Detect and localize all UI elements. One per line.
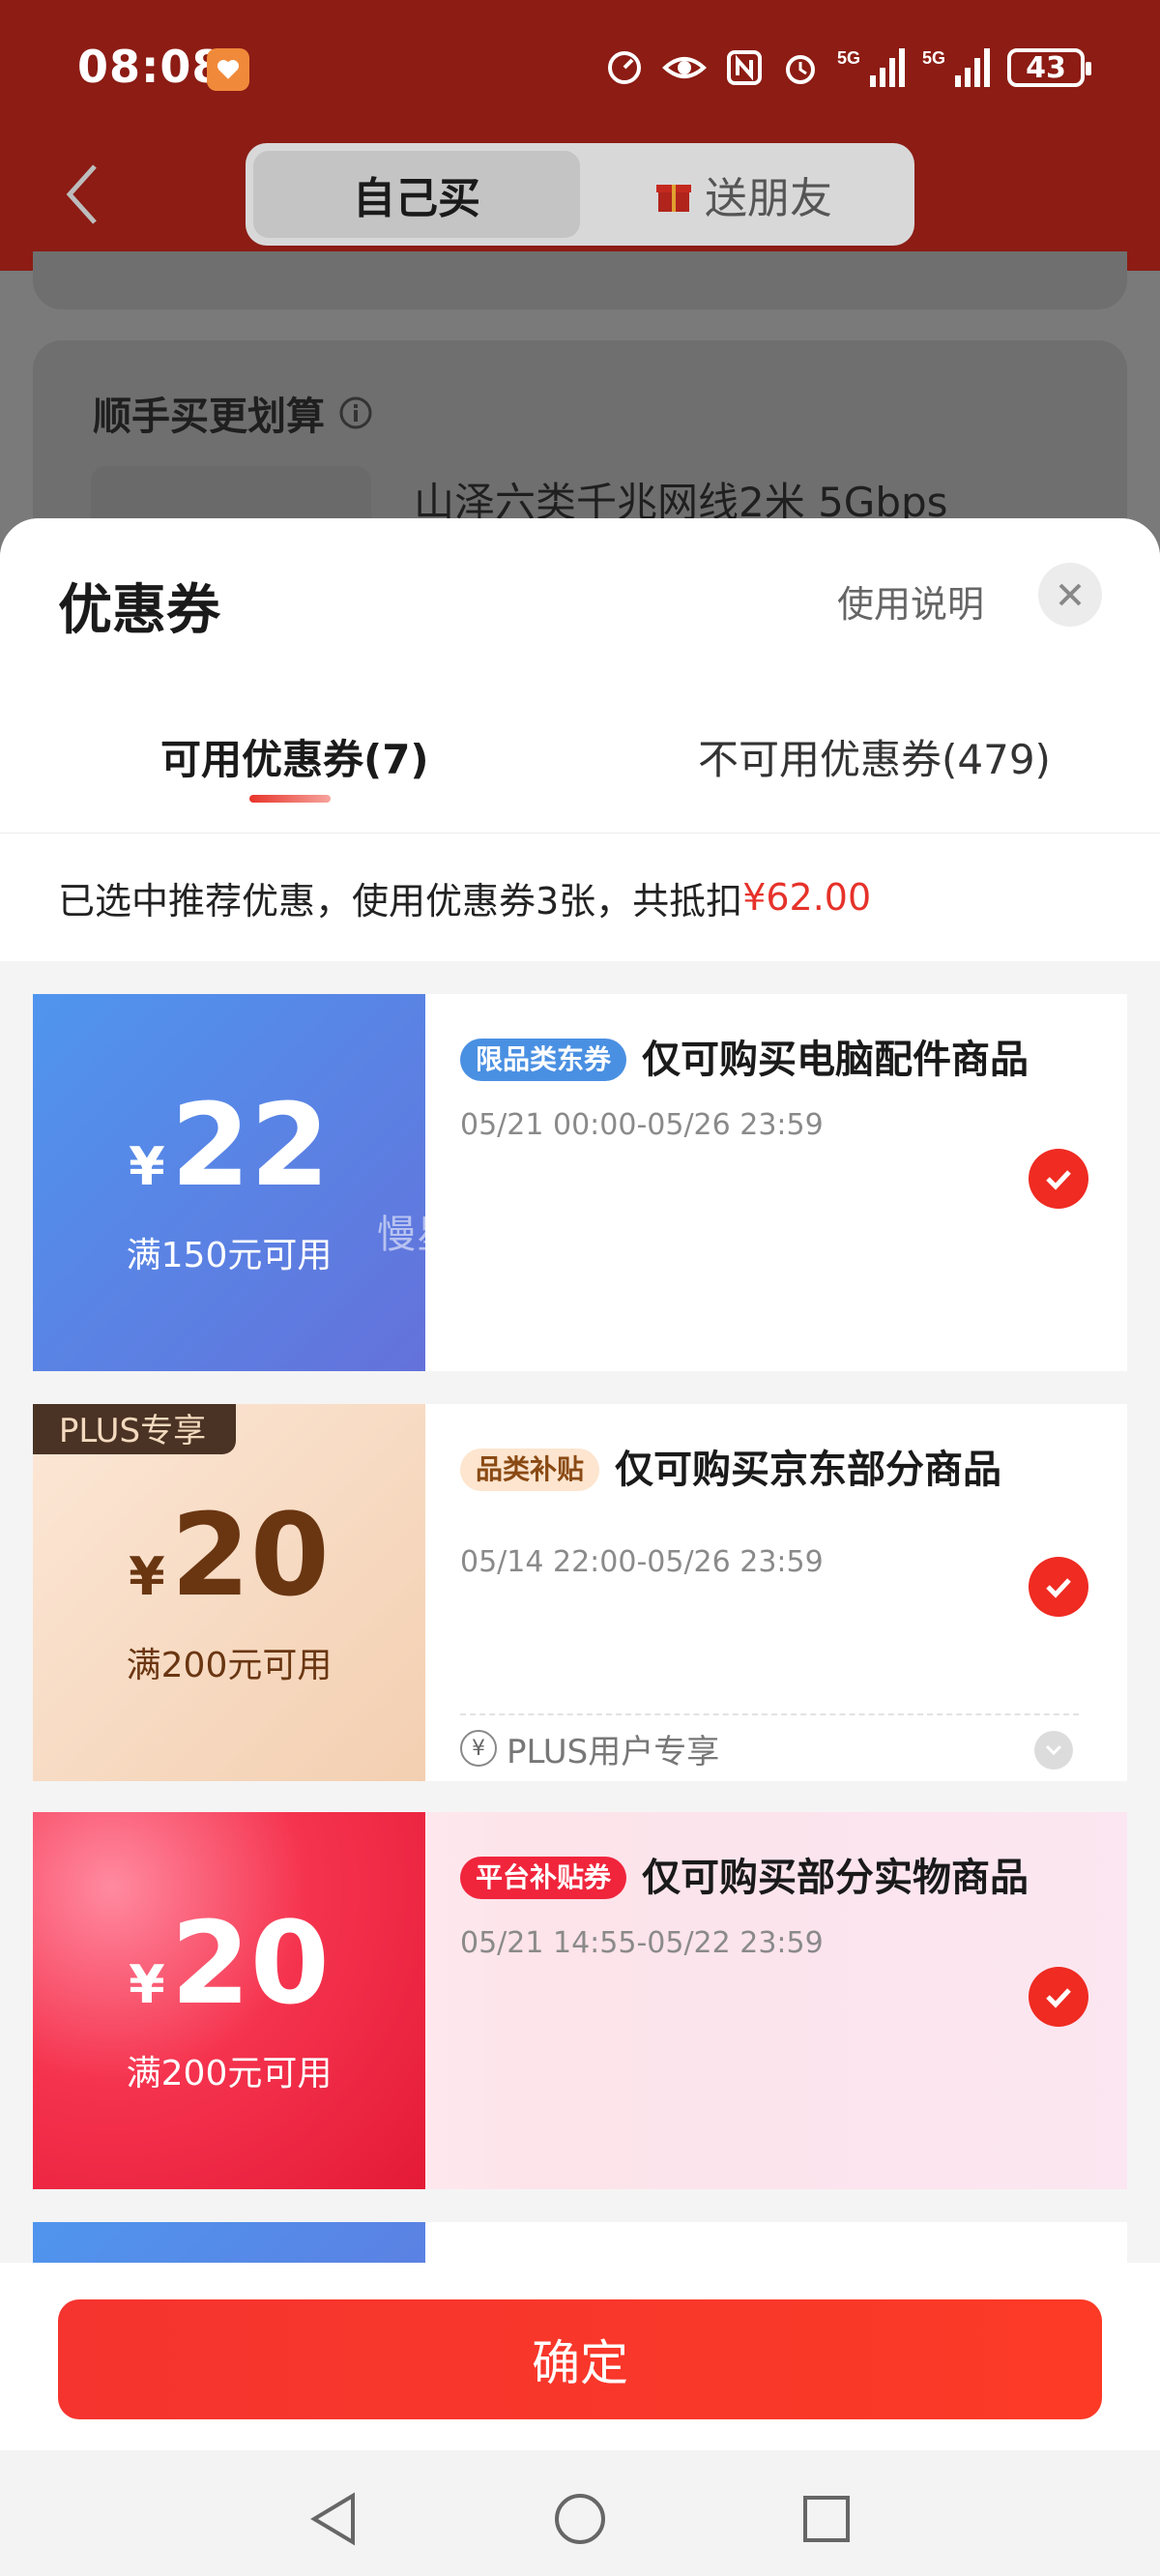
check-icon xyxy=(1046,1988,1071,2008)
coupon-selected-checkbox[interactable] xyxy=(1029,1149,1088,1209)
coupon-value-panel: ¥ 20 满200元可用 xyxy=(33,1404,425,1781)
eye-icon xyxy=(662,57,707,78)
coupon-amount: ¥ 20 xyxy=(129,1498,330,1612)
back-button[interactable] xyxy=(58,161,106,228)
plus-exclusive-tag: PLUS专享 xyxy=(33,1404,236,1454)
coupon-details: 品类补贴 仅可购买京东部分商品 05/14 22:00-05/26 23:59 xyxy=(460,1439,1079,1579)
status-bar: 08:08 5G 5G 43 xyxy=(0,0,1160,135)
sheet-header: 优惠券 使用说明 可用优惠券(7) 不可用优惠券(479) xyxy=(0,518,1160,834)
coupon-details: 平台补贴券 仅可购买部分实物商品 05/21 14:55-05/22 23:59 xyxy=(460,1847,1079,1960)
purchase-mode-switch: 自己买 送朋友 xyxy=(246,143,914,246)
sheet-title: 优惠券 xyxy=(58,579,220,642)
battery-indicator: 43 xyxy=(1007,48,1091,87)
signal-icon-2: 5G xyxy=(922,48,990,87)
plus-note-text: PLUS用户专享 xyxy=(507,1732,720,1771)
coupon-title-text: 仅可购买京东部分商品 xyxy=(615,1448,1002,1492)
status-time: 08:08 xyxy=(77,41,224,93)
currency-symbol: ¥ xyxy=(129,1954,165,2015)
signal-icon-1: 5G xyxy=(837,48,905,87)
yen-circle-icon: ¥ xyxy=(460,1730,497,1767)
nfc-icon xyxy=(727,50,762,85)
segment-send-friend[interactable]: 送朋友 xyxy=(580,151,907,238)
coupon-title: 限品类东券 仅可购买电脑配件商品 xyxy=(460,1029,1079,1091)
segment-self-label: 自己买 xyxy=(353,174,480,223)
sheet-footer: 确定 xyxy=(0,2263,1160,2576)
info-icon[interactable] xyxy=(338,395,373,430)
coupon-condition: 满150元可用 xyxy=(126,1236,333,1275)
segment-self-buy[interactable]: 自己买 xyxy=(253,151,580,238)
coupon-selected-checkbox[interactable] xyxy=(1029,1967,1088,2027)
chevron-down-icon[interactable] xyxy=(1034,1731,1073,1770)
coupon-card[interactable]: ¥ 22 满150元可用 限品类东券 仅可购买电脑配件商品 05/21 00:00… xyxy=(33,994,1127,1371)
tab-unavailable-coupons[interactable]: 不可用优惠券(479) xyxy=(698,727,1051,786)
coupon-condition: 满200元可用 xyxy=(126,1646,333,1685)
coupon-amount: ¥ 20 xyxy=(129,1906,330,2020)
nav-recents-icon xyxy=(803,2496,850,2542)
usage-instructions-link[interactable]: 使用说明 xyxy=(837,574,984,628)
back-arrow-icon xyxy=(66,164,97,224)
coupon-condition: 满200元可用 xyxy=(126,2054,333,2093)
svg-text:5G: 5G xyxy=(837,48,860,68)
status-icons: 5G 5G 43 xyxy=(605,46,1091,89)
coupon-type-badge: 品类补贴 xyxy=(460,1449,600,1491)
tab-available-coupons[interactable]: 可用优惠券(7) xyxy=(160,727,429,786)
coupon-card[interactable]: ¥ 20 满200元可用 平台补贴券 仅可购买部分实物商品 05/21 14:55… xyxy=(33,1812,1127,2189)
nav-recents-button[interactable] xyxy=(793,2485,860,2553)
coupon-details: 限品类东券 仅可购买电脑配件商品 05/21 00:00-05/26 23:59 xyxy=(460,1029,1079,1142)
coupon-validity: 05/21 14:55-05/22 23:59 xyxy=(460,1926,824,1960)
close-button[interactable] xyxy=(1038,563,1102,627)
coupon-amount: ¥ 22 xyxy=(129,1088,330,1202)
coupon-type-badge: 平台补贴券 xyxy=(460,1857,627,1899)
alarm-icon xyxy=(786,55,815,84)
plus-note-row[interactable]: ¥ PLUS用户专享 xyxy=(460,1713,1079,1781)
coupon-title: 品类补贴 仅可购买京东部分商品 xyxy=(460,1439,1079,1501)
speed-icon xyxy=(608,51,641,84)
bundle-section-title: 顺手买更划算 xyxy=(93,385,373,441)
summary-text: 已选中推荐优惠，使用优惠券3张，共抵扣 xyxy=(58,879,743,922)
coupon-card[interactable]: ¥ 20 满200元可用 PLUS专享 品类补贴 仅可购买京东部分商品 05/14… xyxy=(33,1404,1127,1781)
nav-home-icon xyxy=(555,2494,605,2544)
svg-text:5G: 5G xyxy=(922,48,945,68)
segment-gift-label: 送朋友 xyxy=(705,174,832,223)
nav-back-button[interactable] xyxy=(300,2485,367,2553)
summary-amount: ¥62.00 xyxy=(742,876,872,919)
amount-value: 22 xyxy=(170,1078,330,1212)
app-notification-icon xyxy=(207,48,249,91)
coupon-value-panel: ¥ 20 满200元可用 xyxy=(33,1812,425,2189)
gift-icon xyxy=(656,185,691,212)
close-icon xyxy=(1058,583,1082,606)
nav-home-button[interactable] xyxy=(546,2485,614,2553)
bundle-title-text: 顺手买更划算 xyxy=(93,395,325,439)
coupon-title-text: 仅可购买部分实物商品 xyxy=(642,1856,1030,1900)
coupon-validity: 05/21 00:00-05/26 23:59 xyxy=(460,1108,824,1142)
check-icon xyxy=(1046,1578,1071,1598)
system-navigation-bar xyxy=(0,2450,1160,2576)
coupon-title-text: 仅可购买电脑配件商品 xyxy=(642,1038,1030,1082)
background-card xyxy=(33,251,1127,309)
amount-value: 20 xyxy=(170,1896,330,2030)
check-icon xyxy=(1046,1170,1071,1190)
coupon-validity: 05/14 22:00-05/26 23:59 xyxy=(460,1545,824,1579)
coupon-selected-checkbox[interactable] xyxy=(1029,1557,1088,1617)
selection-summary: 已选中推荐优惠，使用优惠券3张，共抵扣 ¥62.00 xyxy=(0,834,1160,961)
active-tab-indicator xyxy=(249,795,331,803)
coupon-title: 平台补贴券 仅可购买部分实物商品 xyxy=(460,1847,1079,1909)
currency-symbol: ¥ xyxy=(129,1136,165,1197)
confirm-button[interactable]: 确定 xyxy=(58,2299,1102,2419)
nav-back-icon xyxy=(310,2492,355,2546)
coupon-value-panel: ¥ 22 满150元可用 xyxy=(33,994,425,1371)
amount-value: 20 xyxy=(170,1488,330,1622)
currency-symbol: ¥ xyxy=(129,1546,165,1607)
coupon-type-badge: 限品类东券 xyxy=(460,1039,627,1081)
